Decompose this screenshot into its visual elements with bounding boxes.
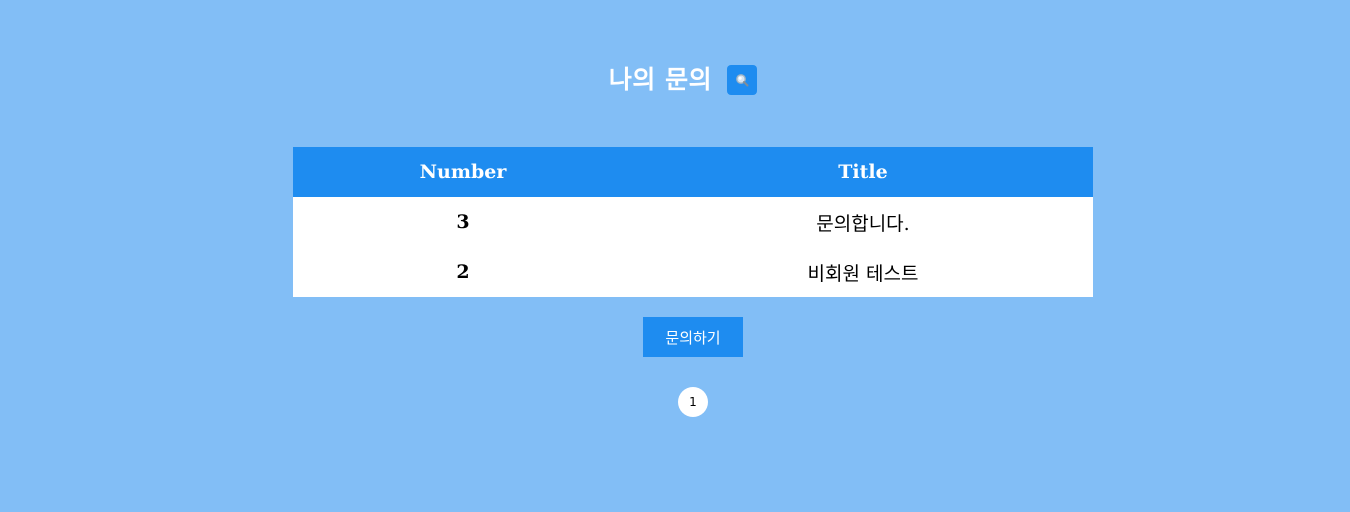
- row-number: 2: [293, 247, 633, 297]
- column-header-title: Title: [633, 147, 1093, 197]
- row-title-link[interactable]: 비회원 테스트: [633, 247, 1093, 297]
- pagination: 1: [678, 387, 708, 417]
- page-title: 나의 문의: [608, 65, 713, 94]
- page-button-1[interactable]: 1: [678, 387, 708, 417]
- inquiry-table: Number Title 3 문의합니다. 2 비회원 테스트: [293, 147, 1093, 297]
- table-header-row: Number Title: [293, 147, 1093, 197]
- column-header-number: Number: [293, 147, 633, 197]
- search-icon: [735, 73, 749, 87]
- table-row[interactable]: 2 비회원 테스트: [293, 247, 1093, 297]
- row-title-link[interactable]: 문의합니다.: [633, 197, 1093, 247]
- ask-question-button[interactable]: 문의하기: [643, 317, 743, 357]
- table-row[interactable]: 3 문의합니다.: [293, 197, 1093, 247]
- search-button[interactable]: [727, 65, 758, 95]
- page-header: 나의 문의: [0, 62, 1350, 98]
- row-number: 3: [293, 197, 633, 247]
